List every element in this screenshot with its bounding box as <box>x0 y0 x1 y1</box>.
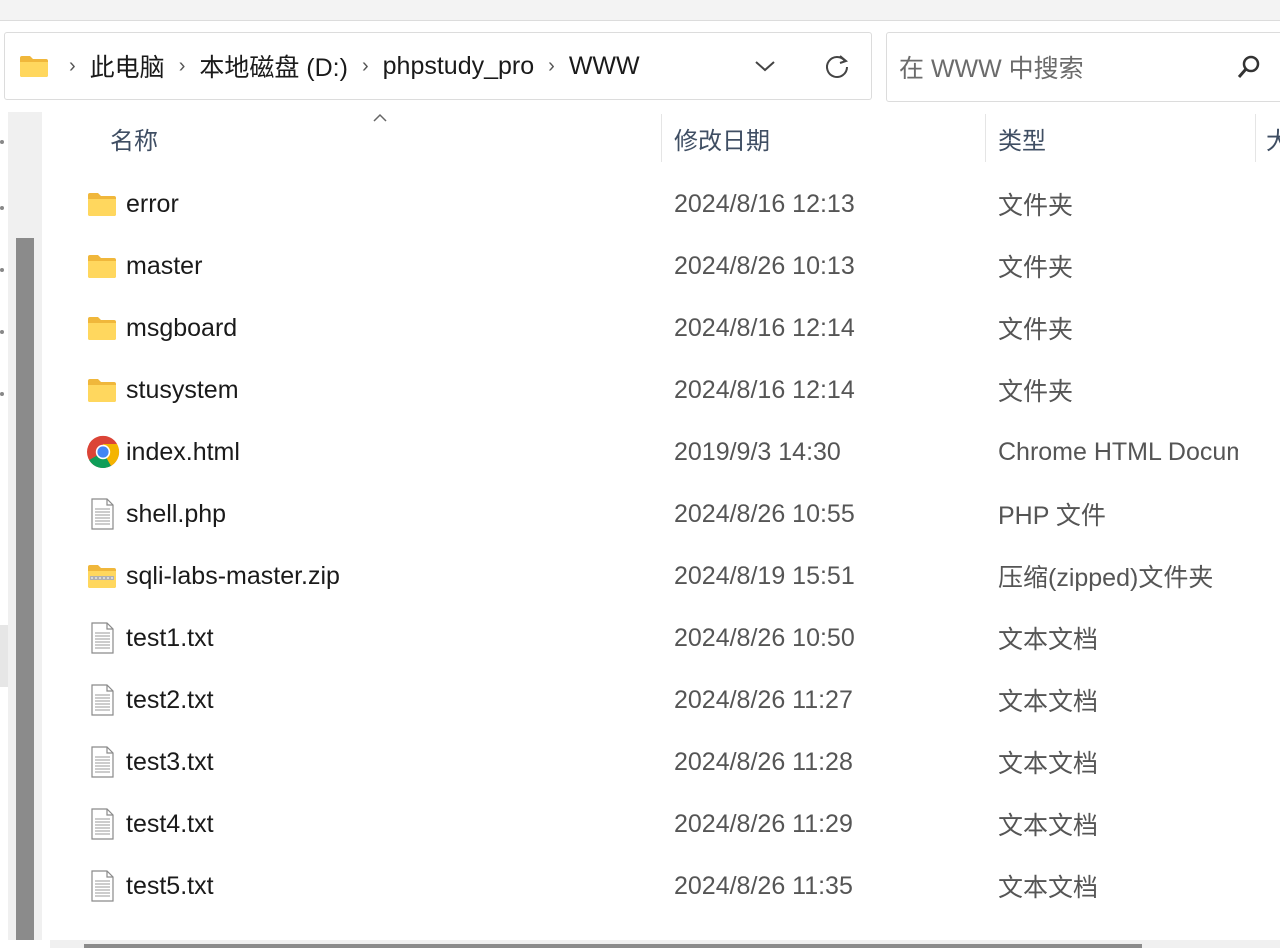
sort-ascending-icon <box>373 113 387 122</box>
column-header-name[interactable]: 名称 <box>110 112 158 164</box>
file-name: test1.txt <box>126 623 214 652</box>
folder-icon <box>86 311 118 345</box>
chevron-down-icon <box>755 61 775 72</box>
folder-icon <box>86 249 118 283</box>
file-type: 文件夹 <box>998 192 1074 220</box>
file-type: 文本文档 <box>998 874 1099 902</box>
breadcrumb-item-local-disk[interactable]: 本地磁盘 (D:) <box>195 48 352 84</box>
search-icon[interactable] <box>1235 53 1263 81</box>
column-divider[interactable] <box>661 114 662 162</box>
file-name: test5.txt <box>126 871 214 900</box>
file-name: stusystem <box>126 375 239 404</box>
file-modified-date: 2024/8/26 11:35 <box>674 871 853 900</box>
horizontal-scrollbar-thumb[interactable] <box>84 944 1142 948</box>
file-modified-date: 2024/8/26 10:13 <box>674 251 855 280</box>
file-modified-date: 2024/8/19 15:51 <box>674 561 855 590</box>
file-name: master <box>126 251 203 280</box>
file-name: test3.txt <box>126 747 214 776</box>
chevron-right-icon[interactable]: › <box>352 55 379 78</box>
nav-selection-indicator <box>0 625 8 687</box>
breadcrumb-item-www[interactable]: WWW <box>565 52 644 81</box>
address-bar[interactable]: › 此电脑 › 本地磁盘 (D:) › phpstudy_pro › WWW <box>4 32 872 100</box>
file-row[interactable]: master 2024/8/26 10:13 文件夹 <box>46 235 1280 297</box>
search-input[interactable]: 在 WWW 中搜索 <box>899 33 1084 101</box>
file-row[interactable]: stusystem 2024/8/16 12:14 文件夹 <box>46 359 1280 421</box>
file-type: 文本文档 <box>998 688 1099 716</box>
file-name: msgboard <box>126 313 238 342</box>
file-type: 文件夹 <box>998 378 1074 406</box>
file-name: index.html <box>126 437 240 466</box>
column-divider[interactable] <box>1255 114 1256 162</box>
file-modified-date: 2024/8/16 12:14 <box>674 313 855 342</box>
file-modified-date: 2024/8/16 12:14 <box>674 375 855 404</box>
file-type: 文本文档 <box>998 812 1099 840</box>
file-name: error <box>126 189 179 218</box>
refresh-button[interactable] <box>815 33 859 99</box>
file-row[interactable]: index.html 2019/9/3 14:30 Chrome HTML Docu… <box>46 421 1280 483</box>
file-type: Chrome HTML Document <box>998 437 1238 466</box>
file-row[interactable]: sqli-labs-master.zip 2024/8/19 15:51 压缩(zi… <box>46 545 1280 607</box>
file-name: test4.txt <box>126 809 214 838</box>
file-name: test2.txt <box>126 685 214 714</box>
file-type: 压缩(zipped)文件夹 <box>998 564 1214 592</box>
zip-folder-icon <box>86 559 118 593</box>
file-type: PHP 文件 <box>998 502 1106 530</box>
breadcrumb: › 此电脑 › 本地磁盘 (D:) › phpstudy_pro › WWW <box>19 33 644 99</box>
title-bar-strip <box>0 0 1280 21</box>
text-file-icon <box>86 869 118 903</box>
folder-icon <box>86 187 118 221</box>
column-divider[interactable] <box>985 114 986 162</box>
file-type: 文本文档 <box>998 626 1099 654</box>
file-modified-date: 2024/8/26 11:27 <box>674 685 853 714</box>
file-modified-date: 2024/8/26 11:28 <box>674 747 853 776</box>
folder-icon <box>19 54 49 78</box>
column-header-type[interactable]: 类型 <box>998 112 1046 164</box>
chrome-icon <box>86 435 120 469</box>
text-file-icon <box>86 807 118 841</box>
file-type: 文本文档 <box>998 750 1099 778</box>
file-row[interactable]: test4.txt 2024/8/26 11:29 文本文档 <box>46 793 1280 855</box>
file-modified-date: 2024/8/16 12:13 <box>674 189 855 218</box>
file-row[interactable]: test5.txt 2024/8/26 11:35 文本文档 <box>46 855 1280 917</box>
file-row[interactable]: test1.txt 2024/8/26 10:50 文本文档 <box>46 607 1280 669</box>
file-row[interactable]: error 2024/8/16 12:13 文件夹 <box>46 173 1280 235</box>
search-box[interactable]: 在 WWW 中搜索 <box>886 32 1280 102</box>
file-list: 名称 修改日期 类型 大 error 2024/8/16 12:13 文件夹 mast… <box>46 112 1280 948</box>
file-row[interactable]: shell.php 2024/8/26 10:55 PHP 文件 <box>46 483 1280 545</box>
breadcrumb-item-this-pc[interactable]: 此电脑 <box>86 48 169 84</box>
file-row[interactable]: test2.txt 2024/8/26 11:27 文本文档 <box>46 669 1280 731</box>
refresh-icon <box>826 55 849 78</box>
file-type: 文件夹 <box>998 254 1074 282</box>
text-file-icon <box>86 497 118 531</box>
chevron-right-icon[interactable]: › <box>59 55 86 78</box>
file-name: shell.php <box>126 499 227 528</box>
file-type: 文件夹 <box>998 316 1074 344</box>
chevron-right-icon[interactable]: › <box>169 55 196 78</box>
column-header-size[interactable]: 大 <box>1266 112 1280 164</box>
folder-icon <box>86 373 118 407</box>
file-row[interactable]: test3.txt 2024/8/26 11:28 文本文档 <box>46 731 1280 793</box>
column-header-date[interactable]: 修改日期 <box>674 112 770 164</box>
history-dropdown-button[interactable] <box>743 33 787 99</box>
text-file-icon <box>86 683 118 717</box>
file-modified-date: 2024/8/26 10:55 <box>674 499 855 528</box>
file-modified-date: 2024/8/26 10:50 <box>674 623 855 652</box>
column-header-row: 名称 修改日期 类型 大 <box>46 112 1280 164</box>
horizontal-scrollbar-track[interactable] <box>50 940 1280 948</box>
breadcrumb-item-phpstudy[interactable]: phpstudy_pro <box>379 52 539 81</box>
file-name: sqli-labs-master.zip <box>126 561 340 590</box>
file-modified-date: 2019/9/3 14:30 <box>674 437 841 466</box>
chevron-right-icon[interactable]: › <box>538 55 565 78</box>
nav-scrollbar-thumb[interactable] <box>16 238 34 940</box>
text-file-icon <box>86 745 118 779</box>
text-file-icon <box>86 621 118 655</box>
file-row[interactable]: msgboard 2024/8/16 12:14 文件夹 <box>46 297 1280 359</box>
file-modified-date: 2024/8/26 11:29 <box>674 809 853 838</box>
